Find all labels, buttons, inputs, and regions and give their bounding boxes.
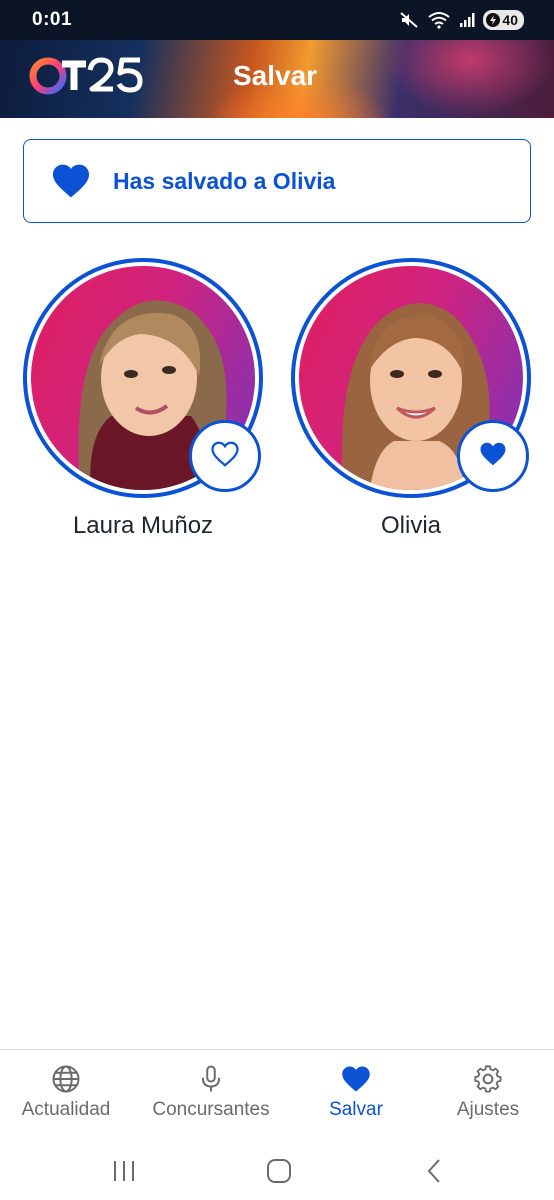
bottom-nav: Actualidad Concursantes Salvar Ajustes [0,1049,554,1141]
nav-item-ajustes[interactable]: Ajustes [448,1064,528,1121]
nav-item-salvar[interactable]: Salvar [320,1064,392,1121]
nav-label: Salvar [329,1099,383,1120]
save-toggle-button[interactable] [457,420,529,492]
system-nav-bar [0,1141,554,1200]
nav-item-concursantes[interactable]: Concursantes [148,1064,274,1121]
status-icons: 40 [399,10,524,30]
mute-icon [399,11,419,29]
wifi-icon [427,11,451,29]
microphone-icon [196,1064,226,1094]
heart-icon [341,1064,371,1094]
back-icon [424,1158,444,1189]
charging-icon [486,13,501,27]
contestant-name: Laura Muñoz [72,512,214,539]
page-title: Salvar [233,60,318,91]
contestant-name: Olivia [380,512,441,539]
recent-apps-icon [111,1159,137,1188]
avatar-ring [23,258,263,498]
status-time: 0:01 [32,9,73,30]
heart-outline-icon [210,440,240,473]
battery-level: 40 [502,12,518,28]
nav-label: Actualidad [21,1099,111,1120]
gear-icon [473,1064,503,1094]
battery-icon: 40 [483,10,524,30]
back-button[interactable] [412,1151,456,1195]
nav-label: Concursantes [152,1099,270,1120]
home-icon [266,1158,292,1189]
nav-label: Ajustes [456,1099,520,1120]
contestant-card[interactable]: Olivia [291,258,531,540]
contestant-card[interactable]: Laura Muñoz [23,258,263,540]
home-button[interactable] [257,1151,301,1195]
status-bar: 0:01 40 [0,0,554,40]
heart-filled-icon [478,440,508,473]
recent-apps-button[interactable] [102,1151,146,1195]
save-toggle-button[interactable] [189,420,261,492]
nav-item-actualidad[interactable]: Actualidad [18,1064,114,1121]
app-header: Salvar [0,40,554,118]
ot25-logo [28,56,146,96]
saved-message: Has salvado a Olivia [113,167,336,194]
signal-icon [459,12,475,28]
saved-banner: Has salvado a Olivia [23,139,531,223]
globe-icon [51,1064,81,1094]
heart-filled-icon [51,163,91,199]
avatar-ring [291,258,531,498]
